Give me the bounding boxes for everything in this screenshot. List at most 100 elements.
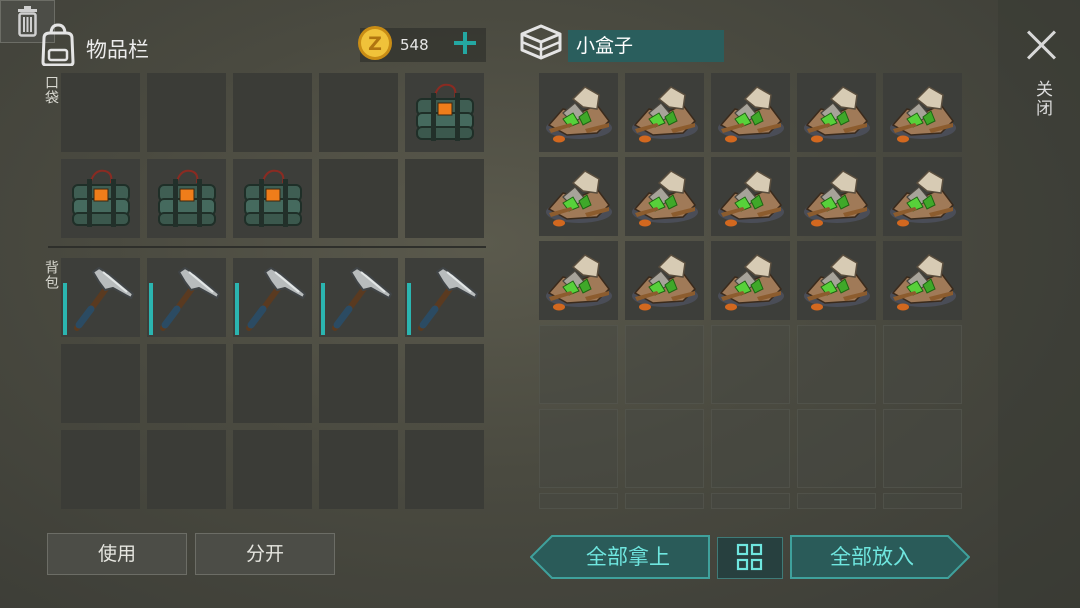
- pickaxe-icon: [147, 258, 226, 341]
- pocket-slot[interactable]: [319, 73, 398, 152]
- durability-bar: [149, 283, 153, 335]
- container-slot[interactable]: [797, 325, 876, 404]
- ore-pile-icon: [539, 73, 618, 156]
- pocket-slot[interactable]: [319, 159, 398, 238]
- backpack-slot[interactable]: [233, 258, 312, 337]
- pocket-slot[interactable]: [233, 159, 312, 238]
- section-divider: [48, 246, 486, 248]
- container-slot[interactable]: [797, 493, 876, 509]
- ore-pile-icon: [539, 157, 618, 240]
- container-slot[interactable]: [539, 493, 618, 509]
- backpack-slot[interactable]: [319, 430, 398, 509]
- add-currency-icon[interactable]: [452, 30, 478, 56]
- sort-button[interactable]: [717, 537, 783, 579]
- close-label[interactable]: 关闭: [1030, 80, 1055, 118]
- take-all-button[interactable]: 全部拿上: [530, 535, 710, 579]
- backpack-slot[interactable]: [405, 258, 484, 337]
- c4-explosive-icon: [405, 73, 484, 156]
- ore-pile-icon: [625, 241, 704, 324]
- ore-pile-icon: [797, 73, 876, 156]
- container-slot[interactable]: [539, 325, 618, 404]
- ore-pile-icon: [539, 241, 618, 324]
- container-slot[interactable]: [539, 157, 618, 236]
- container-slot[interactable]: [539, 409, 618, 488]
- backpack-slot[interactable]: [61, 258, 140, 337]
- pickaxe-icon: [319, 258, 398, 341]
- take-all-label: 全部拿上: [586, 545, 670, 569]
- use-button[interactable]: 使用: [47, 533, 187, 575]
- durability-bar: [407, 283, 411, 335]
- backpack-slot[interactable]: [147, 258, 226, 337]
- container-slot[interactable]: [883, 493, 962, 509]
- c4-explosive-icon: [61, 159, 140, 242]
- pocket-slot[interactable]: [61, 73, 140, 152]
- container-slot[interactable]: [883, 409, 962, 488]
- container-slot[interactable]: [797, 241, 876, 320]
- durability-bar: [235, 283, 239, 335]
- container-slot[interactable]: [625, 241, 704, 320]
- durability-bar: [321, 283, 325, 335]
- container-slot[interactable]: [797, 73, 876, 152]
- container-slot[interactable]: [711, 325, 790, 404]
- backpack-slot[interactable]: [405, 430, 484, 509]
- pocket-slot[interactable]: [147, 73, 226, 152]
- backpack-slot[interactable]: [405, 344, 484, 423]
- backpack-label: 背包: [43, 260, 59, 290]
- close-icon[interactable]: [1024, 28, 1058, 62]
- container-slot[interactable]: [539, 241, 618, 320]
- pickaxe-icon: [233, 258, 312, 341]
- ore-pile-icon: [797, 157, 876, 240]
- container-slot[interactable]: [625, 157, 704, 236]
- pocket-label: 口袋: [43, 75, 59, 105]
- currency-amount: 548: [400, 36, 429, 54]
- backpack-slot[interactable]: [233, 430, 312, 509]
- container-slot[interactable]: [625, 409, 704, 488]
- backpack-slot[interactable]: [61, 430, 140, 509]
- backpack-slot[interactable]: [61, 344, 140, 423]
- ore-pile-icon: [883, 157, 962, 240]
- inventory-title: 物品栏: [86, 38, 149, 62]
- ore-pile-icon: [625, 157, 704, 240]
- ore-pile-icon: [711, 73, 790, 156]
- pocket-slot[interactable]: [405, 159, 484, 238]
- ore-pile-icon: [883, 73, 962, 156]
- container-slot[interactable]: [797, 157, 876, 236]
- container-slot[interactable]: [539, 73, 618, 152]
- container-slot[interactable]: [625, 493, 704, 509]
- ore-pile-icon: [625, 73, 704, 156]
- container-slot[interactable]: [883, 325, 962, 404]
- container-slot[interactable]: [625, 73, 704, 152]
- backpack-slot[interactable]: [147, 344, 226, 423]
- container-slot[interactable]: [883, 241, 962, 320]
- c4-explosive-icon: [233, 159, 312, 242]
- container-slot[interactable]: [711, 73, 790, 152]
- pocket-slot[interactable]: [61, 159, 140, 238]
- pocket-slot[interactable]: [405, 73, 484, 152]
- ore-pile-icon: [711, 157, 790, 240]
- container-name-field[interactable]: 小盒子: [568, 30, 724, 62]
- container-slot[interactable]: [711, 157, 790, 236]
- coin-icon: Z: [358, 26, 392, 60]
- container-slot[interactable]: [711, 493, 790, 509]
- pickaxe-icon: [61, 258, 140, 341]
- pocket-slot[interactable]: [147, 159, 226, 238]
- container-slot[interactable]: [625, 325, 704, 404]
- backpack-slot[interactable]: [147, 430, 226, 509]
- grid-sort-icon: [736, 543, 763, 571]
- container-slot[interactable]: [883, 73, 962, 152]
- backpack-slot[interactable]: [233, 344, 312, 423]
- split-button[interactable]: 分开: [195, 533, 335, 575]
- container-slot[interactable]: [883, 157, 962, 236]
- container-slot[interactable]: [711, 241, 790, 320]
- container-slot[interactable]: [711, 409, 790, 488]
- pickaxe-icon: [405, 258, 484, 341]
- backpack-slot[interactable]: [319, 258, 398, 337]
- ore-pile-icon: [711, 241, 790, 324]
- put-all-button[interactable]: 全部放入: [790, 535, 970, 579]
- ore-pile-icon: [797, 241, 876, 324]
- pocket-slot[interactable]: [233, 73, 312, 152]
- container-slot[interactable]: [797, 409, 876, 488]
- backpack-slot[interactable]: [319, 344, 398, 423]
- put-all-label: 全部放入: [830, 545, 914, 569]
- ore-pile-icon: [883, 241, 962, 324]
